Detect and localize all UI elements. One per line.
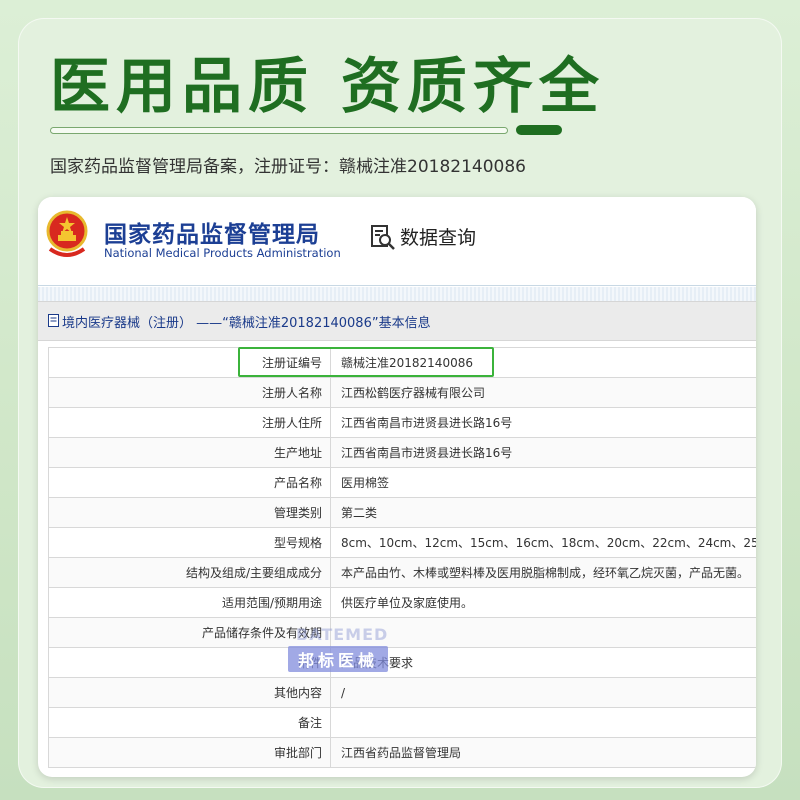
row-label: 结构及组成/主要组成成分 [48,557,331,588]
row-value: 医用棉签 [330,467,756,498]
registry-screenshot-card: 国家药品监督管理局 National Medical Products Admi… [38,197,756,777]
table-row: 结构及组成/主要组成成分 本产品由竹、木棒或塑料棒及医用脱脂棉制成，经环氧乙烷灭菌… [48,557,756,588]
breadcrumb: 境内医疗器械（注册） ——“赣械注准20182140086”基本信息 [38,301,756,341]
decorative-rule-thick [516,125,562,135]
registration-info-table: 注册证编号 赣械注准20182140086 注册人名称 江西松鹤医疗器械有限公司 注… [48,347,756,768]
table-row: 产品储存条件及有效期 [48,617,756,648]
breadcrumb-text: 境内医疗器械（注册） ——“赣械注准20182140086”基本信息 [62,316,431,331]
row-label: 其他内容 [48,677,331,708]
headline: 医用品质 资质齐全 [50,52,605,122]
row-value: 江西松鹤医疗器械有限公司 [330,377,756,408]
table-row: 管理类别 第二类 [48,497,756,528]
row-value: 江西省南昌市进贤县进长路16号 [330,437,756,468]
document-icon [48,314,59,327]
highlight-box [238,347,494,377]
agency-name-cn: 国家药品监督管理局 [104,222,320,248]
watermark-en: BATEMED [296,625,389,644]
decorative-rule-thin [50,127,508,134]
table-row: 审批部门 江西省药品监督管理局 [48,737,756,768]
row-label: 备注 [48,707,331,738]
row-label: 注册人住所 [48,407,331,438]
row-label: 审批部门 [48,737,331,768]
row-value: 供医疗单位及家庭使用。 [330,587,756,618]
national-emblem-icon [46,210,88,257]
row-value: 江西省药品监督管理局 [330,737,756,768]
row-label: 管理类别 [48,497,331,528]
table-row: 型号规格 8cm、10cm、12cm、15cm、16cm、18cm、20cm、22… [48,527,756,558]
data-query-link[interactable]: 数据查询 [400,223,476,250]
site-header: 国家药品监督管理局 National Medical Products Admi… [38,197,756,286]
table-row: 产品名称 医用棉签 [48,467,756,498]
table-row: 附件产品技术要求 [48,647,756,678]
table-row: 适用范围/预期用途 供医疗单位及家庭使用。 [48,587,756,618]
row-value: 江西省南昌市进贤县进长路16号 [330,407,756,438]
row-value [330,617,756,648]
data-query-icon [371,225,395,250]
row-value [330,707,756,738]
table-row: 注册人住所 江西省南昌市进贤县进长路16号 [48,407,756,438]
row-label: 生产地址 [48,437,331,468]
row-value: / [330,677,756,708]
row-label: 产品名称 [48,467,331,498]
row-value: 产品技术要求 [330,647,756,678]
row-value: 第二类 [330,497,756,528]
table-row: 备注 [48,707,756,738]
agency-name-en: National Medical Products Administration [104,246,341,260]
row-value: 本产品由竹、木棒或塑料棒及医用脱脂棉制成，经环氧乙烷灭菌，产品无菌。 [330,557,756,588]
registration-line: 国家药品监督管理局备案，注册证号：赣械注准20182140086 [50,157,526,177]
table-row: 注册人名称 江西松鹤医疗器械有限公司 [48,377,756,408]
row-label: 产品储存条件及有效期 [48,617,331,648]
watermark-cn: 邦标医械 [288,646,389,672]
row-value: 8cm、10cm、12cm、15cm、16cm、18cm、20cm、22cm、2… [330,527,756,558]
header-strip [38,287,756,301]
table-row: 其他内容 / [48,677,756,708]
table-row: 生产地址 江西省南昌市进贤县进长路16号 [48,437,756,468]
row-label: 适用范围/预期用途 [48,587,331,618]
row-label: 注册人名称 [48,377,331,408]
row-label: 型号规格 [48,527,331,558]
